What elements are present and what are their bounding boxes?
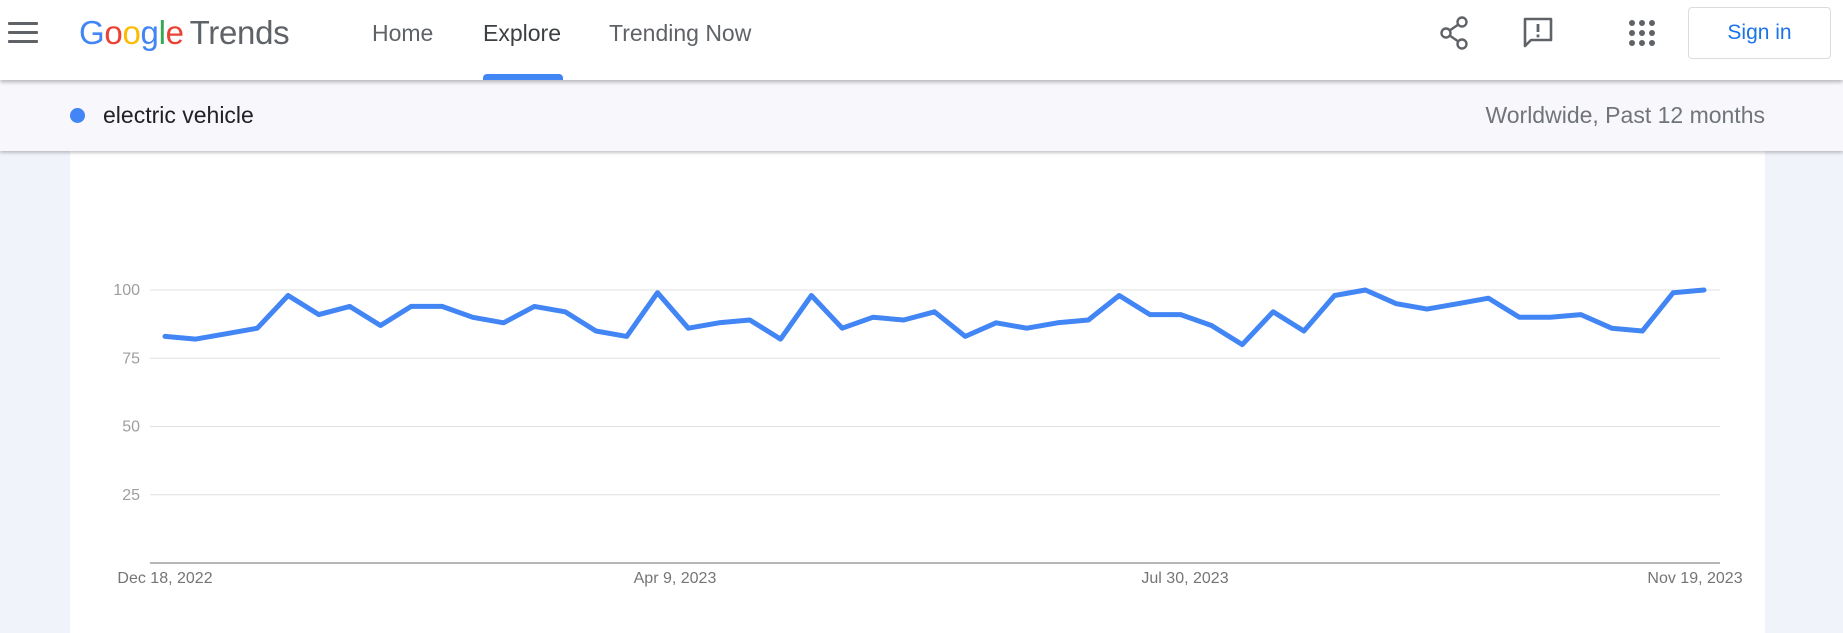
interest-over-time-chart: 25 50 75 100 Dec 18, 2022 Apr 9, 2023 Jul 30, … [113,282,1742,587]
logo-letter-4: g [140,14,159,51]
logo-letter-6: e [165,14,184,51]
scope-label: Worldwide, Past 12 months [1485,102,1765,128]
menu-icon[interactable] [8,22,38,46]
tab-explore[interactable]: Explore [483,20,561,47]
top-app-bar: Google Trends Home Explore Trending Now S… [0,0,1843,80]
y-tick-label: 50 [122,419,140,436]
x-tick-label: Nov 19, 2023 [1647,570,1742,587]
y-tick-label: 75 [122,350,140,367]
active-tab-indicator [483,74,563,80]
term-color-dot [70,108,85,123]
logo-product-name: Trends [189,14,290,51]
logo-letter-1: G [79,14,105,51]
logo-letter-5: l [158,14,166,51]
x-tick-label: Apr 9, 2023 [634,570,717,587]
tab-home[interactable]: Home [372,20,433,47]
interest-over-time-card: 25 50 75 100 Dec 18, 2022 Apr 9, 2023 Jul 30, … [70,151,1765,633]
sign-in-button[interactable]: Sign in [1688,7,1831,59]
comparison-bar: electric vehicle Worldwide, Past 12 mont… [0,80,1843,151]
x-tick-label: Jul 30, 2023 [1141,570,1228,587]
series-line-0 [162,287,1707,348]
logo-letter-2: o [104,14,123,51]
y-tick-label: 25 [122,487,140,504]
feedback-icon[interactable] [1521,15,1555,49]
x-tick-label: Dec 18, 2022 [117,570,212,587]
y-tick-label: 100 [113,282,140,299]
search-term-label[interactable]: electric vehicle [103,102,254,129]
logo-letter-3: o [122,14,141,51]
share-icon[interactable] [1438,16,1470,50]
google-trends-logo[interactable]: Google Trends [79,14,290,52]
tab-trending-now[interactable]: Trending Now [609,20,751,47]
apps-icon[interactable] [1629,20,1655,46]
